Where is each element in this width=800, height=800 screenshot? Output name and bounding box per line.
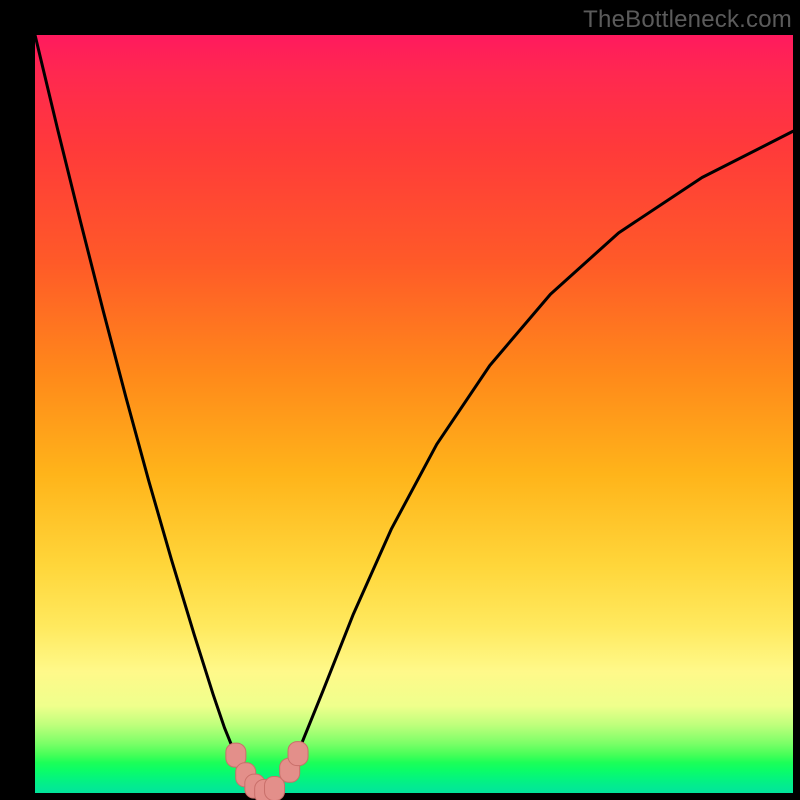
curve-marker: [265, 776, 285, 800]
curve-markers: [226, 742, 308, 800]
chart-frame: TheBottleneck.com: [0, 0, 800, 800]
bottleneck-curve: [35, 35, 793, 792]
curve-marker: [288, 742, 308, 766]
watermark-text: TheBottleneck.com: [583, 6, 792, 34]
chart-overlay: [35, 35, 793, 793]
